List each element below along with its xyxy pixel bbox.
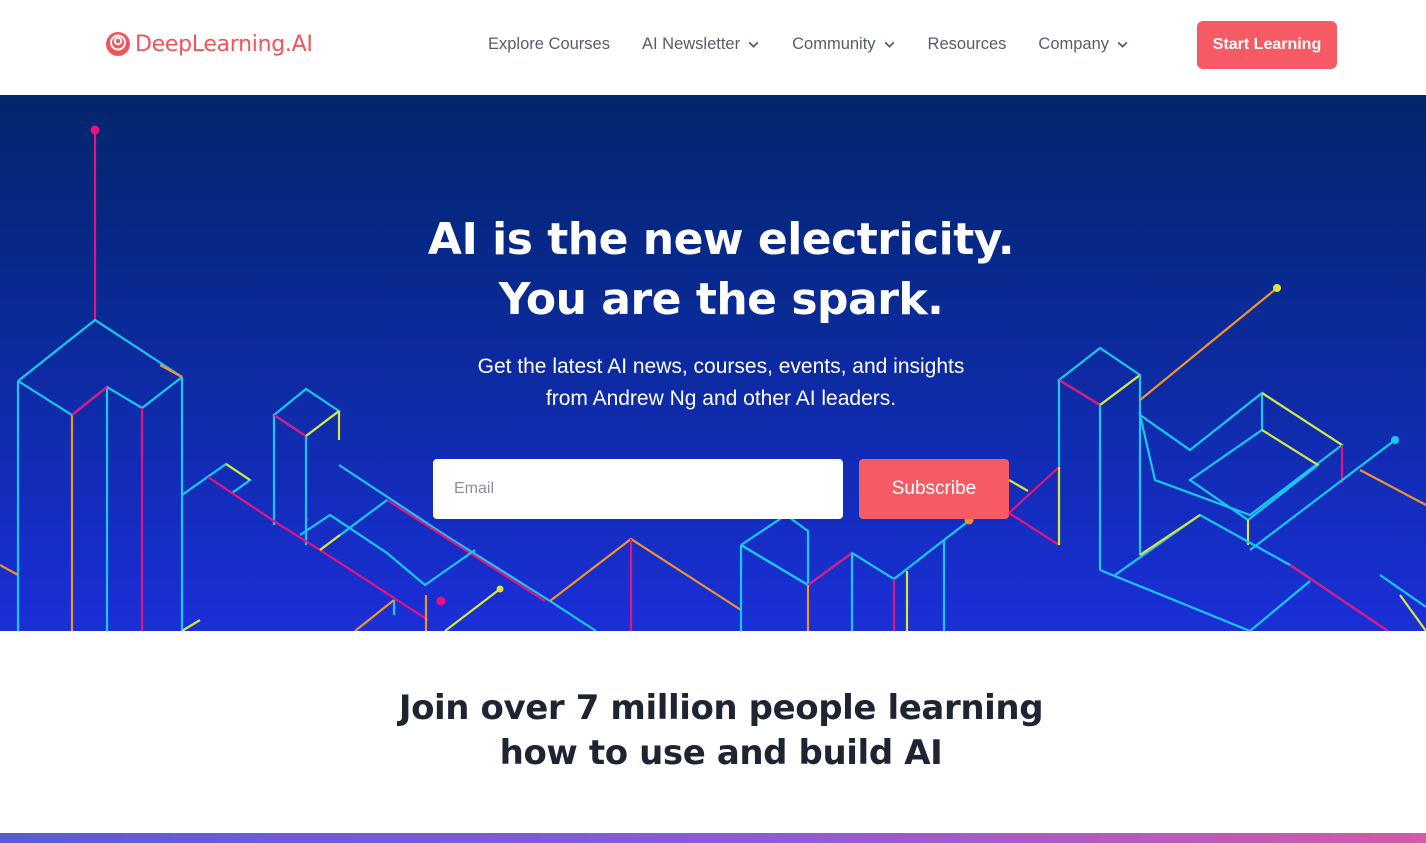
hero-subtitle-line-1: Get the latest AI news, courses, events,… [477,355,965,378]
nav-label: Explore Courses [488,35,610,53]
chevron-down-icon [1117,41,1128,48]
join-heading-line-1: Join over 7 million people learning [398,688,1044,728]
email-input[interactable] [433,459,843,519]
nav-community[interactable]: Community [792,35,895,54]
site-header: DeepLearning.AI Explore Courses AI Newsl… [0,0,1426,95]
chevron-down-icon [884,41,894,48]
nav-explore-courses[interactable]: Explore Courses [488,35,610,54]
main-nav: Explore Courses AI Newsletter Community … [488,35,1161,54]
logo[interactable]: DeepLearning.AI [105,31,313,57]
hero-title: AI is the new electricity. You are the s… [0,210,1426,330]
nav-resources[interactable]: Resources [928,35,1007,54]
hero-title-line-1: AI is the new electricity. [427,214,1015,265]
join-heading: Join over 7 million people learning how … [0,686,1426,776]
chevron-down-icon [748,41,759,48]
hero-subtitle: Get the latest AI news, courses, events,… [0,351,1426,415]
hero-title-line-2: You are the spark. [498,274,944,325]
subscribe-button[interactable]: Subscribe [859,459,1009,519]
nav-ai-newsletter[interactable]: AI Newsletter [642,35,760,54]
nav-label: Resources [927,35,1007,53]
join-heading-line-2: how to use and build AI [499,733,943,773]
gradient-strip [0,833,1426,843]
logo-text: DeepLearning.AI [135,31,313,57]
hero-section: AI is the new electricity. You are the s… [0,95,1426,631]
nav-label: Community [792,35,876,53]
hero-subtitle-line-2: from Andrew Ng and other AI leaders. [545,387,897,410]
deeplearning-logo-icon [106,32,130,56]
nav-company[interactable]: Company [1038,35,1129,54]
nav-label: AI Newsletter [641,35,741,53]
nav-label: Company [1038,35,1110,53]
start-learning-button[interactable]: Start Learning [1197,21,1337,69]
